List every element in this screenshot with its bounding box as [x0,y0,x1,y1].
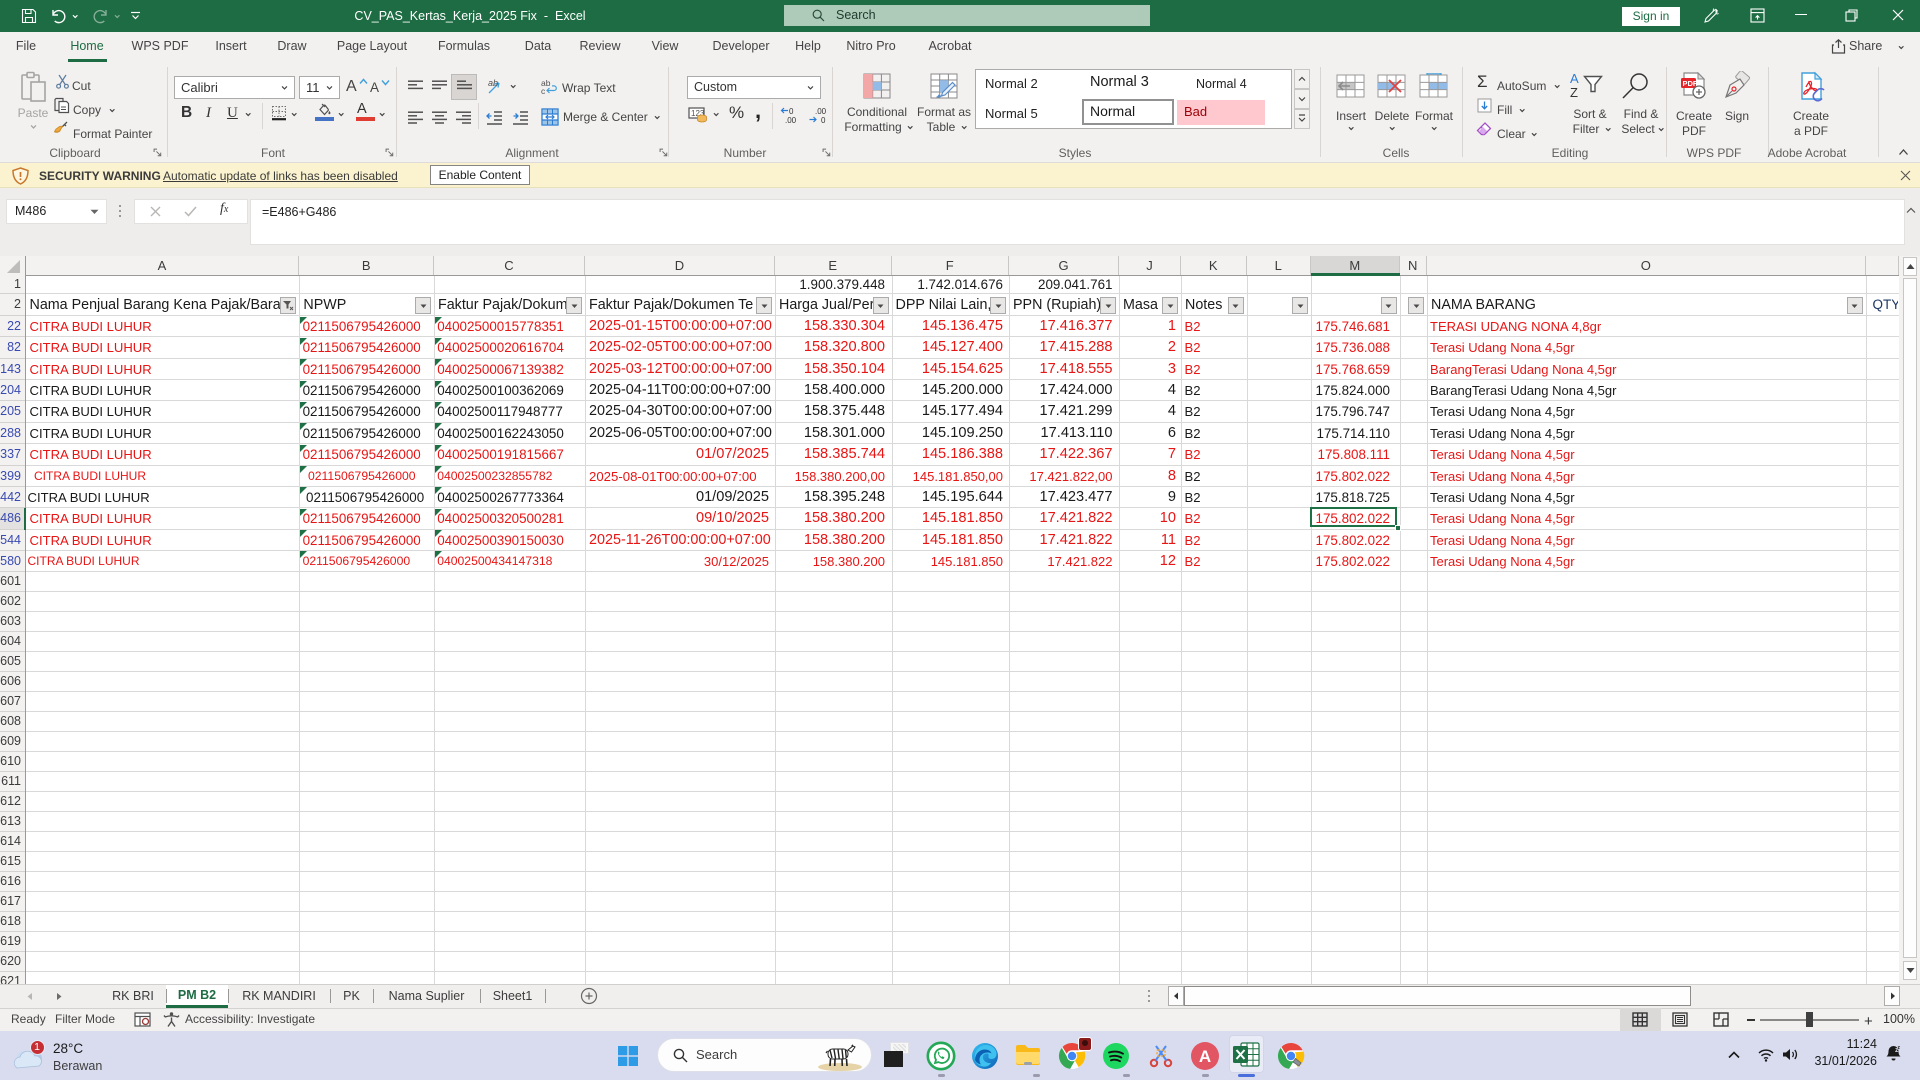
svg-text:ab: ab [488,78,498,88]
svg-text:z: z [1898,1045,1901,1051]
